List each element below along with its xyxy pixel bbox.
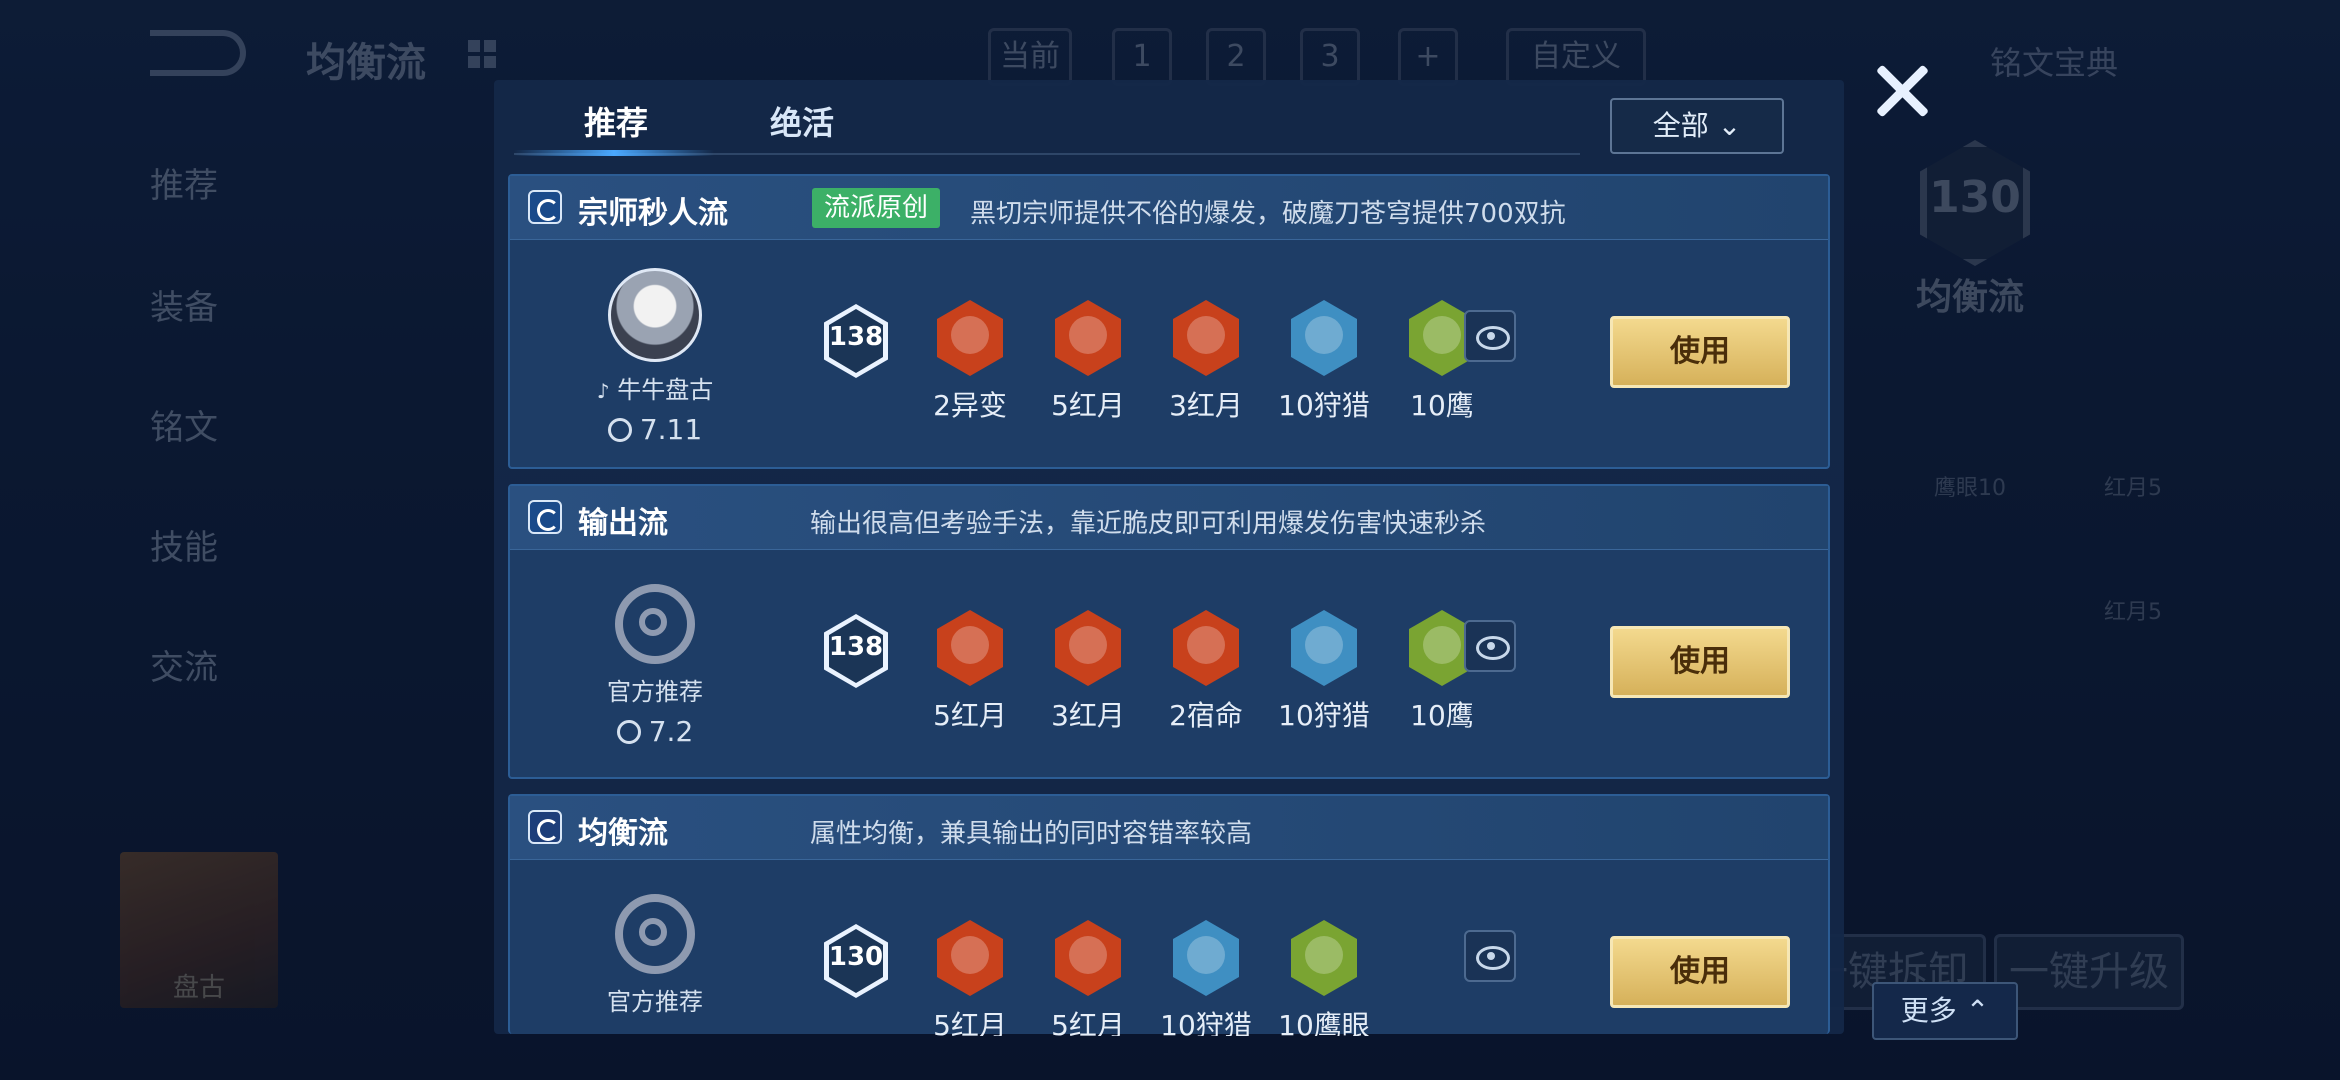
rune-icon [1173, 610, 1239, 686]
rune-item: 5红月 [910, 610, 1030, 734]
rune-plan-card: 输出流 输出很高但考验手法，靠近脆皮即可利用爆发伤害快速秒杀 官方推荐 7.2 … [508, 484, 1830, 779]
plan-type-icon [528, 500, 562, 534]
rune-item: 2宿命 [1146, 610, 1266, 734]
rune-item: 2异变 [910, 300, 1030, 424]
rune-icon [1409, 610, 1472, 686]
rune-icon [937, 920, 1003, 996]
author-avatar[interactable] [608, 268, 702, 362]
rune-label: 3红月 [1169, 389, 1243, 422]
plan-name: 均衡流 [578, 816, 668, 851]
rune-icon [1173, 300, 1239, 376]
use-button[interactable]: 使用 [1610, 626, 1790, 698]
plan-author: ♪ 牛牛盘古 7.11 [570, 268, 740, 446]
rune-item: 5红月 [910, 920, 1030, 1036]
rune-label: 10鹰 [1410, 389, 1472, 422]
card-header: 输出流 输出很高但考验手法，靠近脆皮即可利用爆发伤害快速秒杀 [510, 486, 1828, 550]
rune-level-value: 130 [828, 942, 884, 972]
rune-item: 3红月 [1146, 300, 1266, 424]
rune-item: 5红月 [1028, 300, 1148, 424]
rune-label: 10狩猎 [1278, 389, 1370, 422]
rune-icon [1055, 920, 1121, 996]
more-button[interactable]: 更多 ⌃ [1872, 982, 2018, 1040]
tab-special[interactable]: 绝活 [770, 98, 834, 144]
rune-item: 10狩猎 [1264, 610, 1384, 734]
rune-level-value: 138 [828, 632, 884, 662]
rune-level-value: 138 [828, 322, 884, 352]
tiktok-icon: ♪ [596, 379, 610, 403]
rune-icon [1291, 610, 1357, 686]
preview-eye-icon[interactable] [1464, 310, 1516, 362]
tab-recommend[interactable]: 推荐 [584, 98, 648, 144]
plan-name: 输出流 [578, 506, 668, 541]
rune-label: 5红月 [933, 699, 1007, 732]
rune-label: 2宿命 [1169, 699, 1243, 732]
card-header: 均衡流 属性均衡，兼具输出的同时容错率较高 [510, 796, 1828, 860]
rune-item: 3红月 [1028, 610, 1148, 734]
author-name: 牛牛盘古 [617, 376, 714, 404]
chevron-down-icon: ⌄ [1717, 109, 1742, 142]
rune-icon [937, 610, 1003, 686]
rune-item: 10狩猎 [1264, 300, 1384, 424]
plan-author: 官方推荐 7.2 [570, 578, 740, 748]
rune-icon [937, 300, 1003, 376]
rune-recommend-dialog: 推荐 绝活 全部 ⌄ 宗师秒人流 流派原创 黑切宗师提供不俗的爆发，破魔刀苍穹提… [494, 80, 1844, 1036]
rune-label: 2异变 [933, 389, 1007, 422]
filter-value: 全部 [1652, 109, 1709, 142]
clock-icon [616, 720, 641, 744]
rune-icon [1291, 300, 1357, 376]
tab-active-indicator [514, 150, 714, 156]
rune-icon [1055, 300, 1121, 376]
rune-item: 10鹰 [1382, 300, 1472, 424]
close-icon[interactable] [1872, 62, 1930, 120]
rune-list: 2异变 5红月 3红月 10狩猎 10鹰 [910, 300, 1472, 460]
rune-label: 5红月 [1051, 389, 1125, 422]
plan-description: 属性均衡，兼具输出的同时容错率较高 [810, 819, 1253, 849]
plan-date: 7.11 [639, 413, 703, 446]
use-button[interactable]: 使用 [1610, 316, 1790, 388]
official-logo-icon [615, 894, 695, 974]
filter-dropdown[interactable]: 全部 ⌄ [1610, 98, 1784, 154]
more-label: 更多 [1900, 994, 1957, 1027]
original-tag: 流派原创 [812, 188, 941, 228]
rune-plan-card: 均衡流 属性均衡，兼具输出的同时容错率较高 官方推荐 130 5红月 5红月 1… [508, 794, 1830, 1036]
rune-icon [1173, 920, 1239, 996]
rune-item: 5红月 [1028, 920, 1148, 1036]
rune-label: 5红月 [1051, 1009, 1125, 1036]
rune-label: 5红月 [933, 1009, 1007, 1036]
rune-item: 10鹰眼 [1264, 920, 1380, 1036]
rune-icon [1055, 610, 1121, 686]
rune-label: 3红月 [1051, 699, 1125, 732]
plan-author: 官方推荐 [570, 888, 740, 1017]
rune-item: 10狩猎 [1146, 920, 1266, 1036]
rune-label: 10狩猎 [1278, 699, 1370, 732]
plan-description: 黑切宗师提供不俗的爆发，破魔刀苍穹提供700双抗 [970, 199, 1566, 229]
rune-plan-card: 宗师秒人流 流派原创 黑切宗师提供不俗的爆发，破魔刀苍穹提供700双抗 ♪ 牛牛… [508, 174, 1830, 469]
preview-eye-icon[interactable] [1464, 620, 1516, 672]
use-button[interactable]: 使用 [1610, 936, 1790, 1008]
clock-icon [607, 418, 632, 442]
rune-item: 10鹰 [1382, 610, 1472, 734]
plan-date: 7.2 [648, 715, 694, 748]
plan-name: 宗师秒人流 [578, 196, 728, 231]
rune-list: 5红月 3红月 2宿命 10狩猎 10鹰 [910, 610, 1472, 770]
rune-list: 5红月 5红月 10狩猎 10鹰眼 [910, 920, 1380, 1036]
author-name: 官方推荐 [607, 678, 703, 706]
rune-label: 10狩猎 [1160, 1009, 1252, 1036]
author-name: 官方推荐 [607, 988, 703, 1016]
plan-type-icon [528, 810, 562, 844]
preview-eye-icon[interactable] [1464, 930, 1516, 982]
card-header: 宗师秒人流 流派原创 黑切宗师提供不俗的爆发，破魔刀苍穹提供700双抗 [510, 176, 1828, 240]
rune-label: 10鹰 [1410, 699, 1472, 732]
plan-type-icon [528, 190, 562, 224]
plan-description: 输出很高但考验手法，靠近脆皮即可利用爆发伤害快速秒杀 [810, 509, 1487, 539]
chevron-up-icon: ⌃ [1965, 994, 1990, 1027]
rune-icon [1291, 920, 1357, 996]
official-logo-icon [615, 584, 695, 664]
rune-label: 10鹰眼 [1278, 1009, 1370, 1036]
rune-icon [1409, 300, 1472, 376]
